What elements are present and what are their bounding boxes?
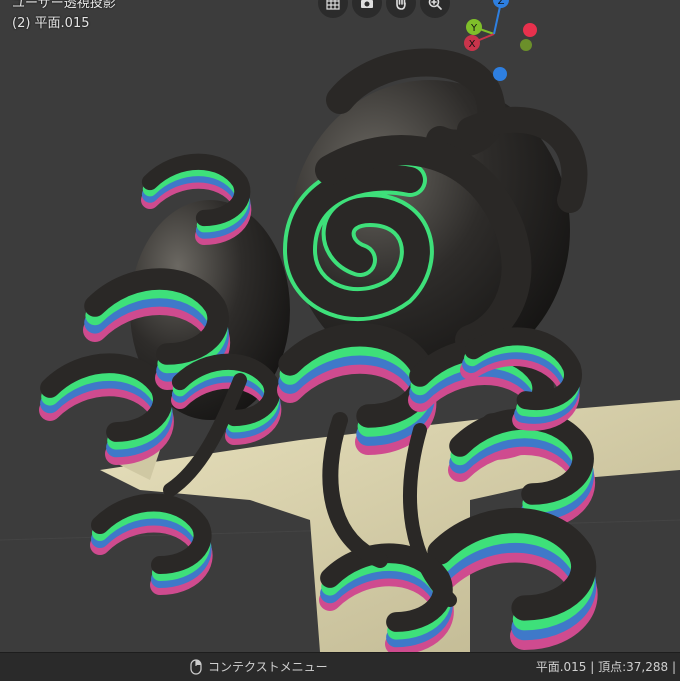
- gizmo-y-negative[interactable]: [520, 39, 532, 51]
- scene-render: [0, 48, 680, 652]
- status-bar: コンテクストメニュー 平面.015 | 頂点:37,288 |: [0, 652, 680, 681]
- view-mode-label: ユーザー透視投影: [12, 0, 116, 11]
- scene-stats: 平面.015 | 頂点:37,288 |: [535, 660, 676, 674]
- zoom-view-button[interactable]: [420, 0, 450, 18]
- gizmo-z-negative[interactable]: [493, 67, 507, 81]
- viewport-navigation: [318, 0, 450, 18]
- navigation-gizmo[interactable]: Z Y X: [456, 0, 546, 90]
- gizmo-x-label: X: [469, 39, 476, 50]
- mouse-right-click-icon: [190, 658, 202, 675]
- hand-icon: [396, 0, 406, 10]
- toggle-grid-button[interactable]: [318, 0, 348, 18]
- zoom-icon: [428, 0, 442, 10]
- camera-view-button[interactable]: [352, 0, 382, 18]
- 3d-viewport[interactable]: ユーザー透視投影 (2) 平面.015 Z Y X: [0, 0, 680, 652]
- gizmo-y-label: Y: [470, 23, 478, 34]
- grid-icon: [326, 0, 340, 10]
- status-context-hint: コンテクストメニュー: [190, 658, 328, 675]
- active-object-label: (2) 平面.015: [12, 16, 90, 31]
- pan-view-button[interactable]: [386, 0, 416, 18]
- gizmo-z-label: Z: [498, 0, 505, 7]
- camera-icon: [361, 0, 373, 8]
- context-menu-label: コンテクストメニュー: [208, 660, 328, 674]
- gizmo-x-positive[interactable]: [523, 23, 537, 37]
